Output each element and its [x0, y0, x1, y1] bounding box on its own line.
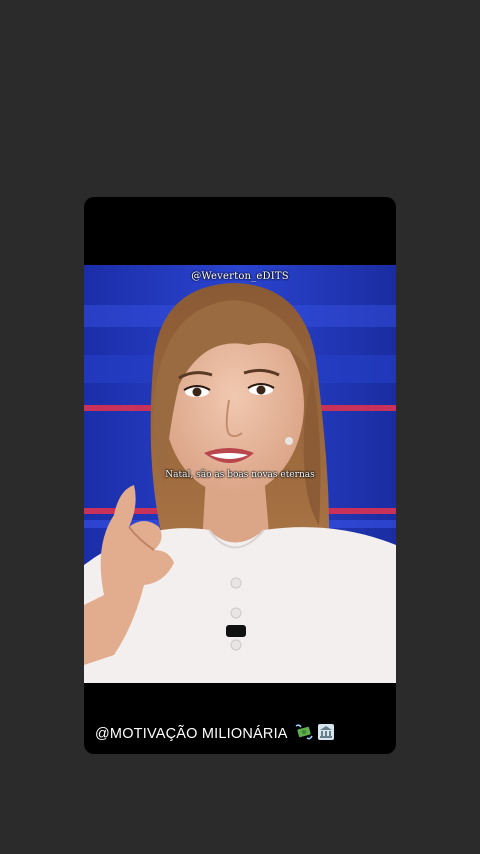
bank-icon [318, 724, 335, 744]
money-with-wings-icon [295, 724, 313, 744]
story-card: @Weverton_eDITS Natal, são as boas novas… [84, 197, 396, 754]
video-frame[interactable]: @Weverton_eDITS Natal, são as boas novas… [84, 265, 396, 683]
caption: @MOTIVAÇÃO MILIONÁRIA [95, 724, 335, 744]
video-subtitle: Natal, são as boas novas eternas [165, 470, 315, 480]
caption-text: @MOTIVAÇÃO MILIONÁRIA [95, 725, 287, 742]
watermark: @Weverton_eDITS [191, 271, 289, 282]
